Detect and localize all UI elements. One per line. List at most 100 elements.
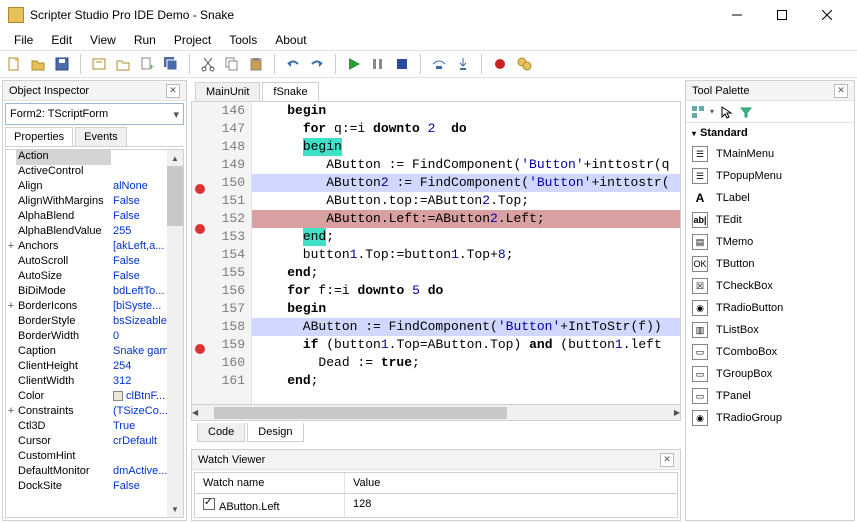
watch-row[interactable]: AButton.Left 128	[195, 494, 677, 517]
palette-item[interactable]: ☰TPopupMenu	[686, 165, 854, 187]
code-line[interactable]: button1.Top:=button1.Top+8;	[252, 246, 680, 264]
tab-code[interactable]: Code	[197, 423, 245, 442]
category-standard[interactable]: ▾ Standard	[686, 123, 854, 143]
property-row[interactable]: CaptionSnake game	[6, 345, 183, 360]
property-row[interactable]: AutoScrollFalse	[6, 255, 183, 270]
property-row[interactable]: AlphaBlendValue255	[6, 225, 183, 240]
maximize-button[interactable]	[759, 1, 804, 29]
property-row[interactable]: AutoSizeFalse	[6, 270, 183, 285]
menu-view[interactable]: View	[82, 31, 124, 49]
property-row[interactable]: AlignWithMarginsFalse	[6, 195, 183, 210]
code-line[interactable]: AButton := FindComponent('Button'+IntToS…	[252, 318, 680, 336]
palette-item[interactable]: ab|TEdit	[686, 209, 854, 231]
close-icon[interactable]: ✕	[166, 84, 180, 98]
tab-fsnake[interactable]: fSnake	[262, 82, 318, 101]
palette-item[interactable]: ▭TPanel	[686, 385, 854, 407]
breakpoint-marker[interactable]	[193, 384, 207, 398]
breakpoint-marker[interactable]	[193, 204, 207, 218]
horizontal-scrollbar[interactable]: ◀ ▶	[191, 405, 681, 421]
new-project-icon[interactable]	[89, 54, 109, 74]
code-line[interactable]: end;	[252, 264, 680, 282]
breakpoint-icon[interactable]	[490, 54, 510, 74]
expand-icon[interactable]: +	[6, 300, 16, 315]
menu-tools[interactable]: Tools	[221, 31, 265, 49]
property-row[interactable]: ColorclBtnF...	[6, 390, 183, 405]
property-row[interactable]: BiDiModebdLeftTo...	[6, 285, 183, 300]
scroll-up-icon[interactable]: ▲	[167, 150, 183, 166]
stop-icon[interactable]	[392, 54, 412, 74]
watch-col-name[interactable]: Watch name	[195, 473, 345, 493]
palette-item[interactable]: ☰TMainMenu	[686, 143, 854, 165]
code-editor[interactable]: 1461471481491501511521531541551561571581…	[191, 102, 681, 405]
property-row[interactable]: BorderWidth0	[6, 330, 183, 345]
close-button[interactable]	[804, 1, 849, 29]
code-line[interactable]: end;	[252, 228, 680, 246]
menu-about[interactable]: About	[267, 31, 314, 49]
watch-col-value[interactable]: Value	[345, 473, 388, 493]
palette-item[interactable]: ▥TListBox	[686, 319, 854, 341]
open-project-icon[interactable]	[113, 54, 133, 74]
breakpoint-marker[interactable]	[193, 164, 207, 178]
menu-edit[interactable]: Edit	[43, 31, 80, 49]
watch-icon[interactable]	[514, 54, 534, 74]
breakpoint-marker[interactable]	[193, 324, 207, 338]
scroll-thumb[interactable]	[167, 166, 183, 226]
scrollbar[interactable]: ▲ ▼	[167, 150, 183, 517]
close-icon[interactable]: ✕	[834, 84, 848, 98]
property-row[interactable]: DockSiteFalse	[6, 480, 183, 495]
code-line[interactable]: AButton.top:=AButton2.Top;	[252, 192, 680, 210]
code-line[interactable]: for q:=i downto 2 do	[252, 120, 680, 138]
filter-icon[interactable]	[738, 104, 754, 120]
close-icon[interactable]: ✕	[660, 453, 674, 467]
property-row[interactable]: CursorcrDefault	[6, 435, 183, 450]
property-row[interactable]: DefaultMonitordmActive...	[6, 465, 183, 480]
menu-project[interactable]: Project	[166, 31, 219, 49]
open-file-icon[interactable]	[28, 54, 48, 74]
property-row[interactable]: +Anchors[akLeft,a...	[6, 240, 183, 255]
cut-icon[interactable]	[198, 54, 218, 74]
step-into-icon[interactable]	[453, 54, 473, 74]
code-line[interactable]: AButton.Left:=AButton2.Left;	[252, 210, 680, 228]
code-line[interactable]: for f:=i downto 5 do	[252, 282, 680, 300]
breakpoint-marker[interactable]	[193, 104, 207, 118]
checkbox-icon[interactable]	[203, 498, 215, 510]
undo-icon[interactable]	[283, 54, 303, 74]
property-row[interactable]: AlignalNone	[6, 180, 183, 195]
breakpoint-marker[interactable]	[193, 124, 207, 138]
property-row[interactable]: ActiveControl	[6, 165, 183, 180]
menu-run[interactable]: Run	[126, 31, 164, 49]
tab-mainunit[interactable]: MainUnit	[195, 82, 260, 101]
breakpoint-marker[interactable]	[193, 184, 207, 198]
minimize-button[interactable]	[714, 1, 759, 29]
property-row[interactable]: +Constraints(TSizeCo...	[6, 405, 183, 420]
scroll-thumb[interactable]	[214, 407, 507, 419]
breakpoint-marker[interactable]	[193, 224, 207, 238]
categories-icon[interactable]	[690, 104, 706, 120]
palette-item[interactable]: OKTButton	[686, 253, 854, 275]
property-row[interactable]: AlphaBlendFalse	[6, 210, 183, 225]
breakpoint-marker[interactable]	[193, 364, 207, 378]
redo-icon[interactable]	[307, 54, 327, 74]
breakpoint-marker[interactable]	[193, 344, 207, 358]
code-line[interactable]: AButton2 := FindComponent('Button'+intto…	[252, 174, 680, 192]
breakpoint-marker[interactable]	[193, 264, 207, 278]
code-line[interactable]: begin	[252, 102, 680, 120]
property-row[interactable]: ClientWidth312	[6, 375, 183, 390]
code-line[interactable]: end;	[252, 372, 680, 390]
cursor-icon[interactable]	[718, 104, 734, 120]
scroll-right-icon[interactable]: ▶	[674, 405, 680, 421]
copy-icon[interactable]	[222, 54, 242, 74]
breakpoint-marker[interactable]	[193, 284, 207, 298]
palette-item[interactable]: ◉TRadioGroup	[686, 407, 854, 429]
property-row[interactable]: CustomHint	[6, 450, 183, 465]
breakpoint-marker[interactable]	[193, 144, 207, 158]
property-row[interactable]: Action	[6, 150, 183, 165]
pause-icon[interactable]	[368, 54, 388, 74]
scroll-down-icon[interactable]: ▼	[167, 501, 183, 517]
palette-item[interactable]: ☒TCheckBox	[686, 275, 854, 297]
scroll-left-icon[interactable]: ◀	[192, 405, 198, 421]
palette-item[interactable]: ◉TRadioButton	[686, 297, 854, 319]
code-line[interactable]: if (button1.Top=AButton.Top) and (button…	[252, 336, 680, 354]
palette-item[interactable]: ▭TGroupBox	[686, 363, 854, 385]
code-line[interactable]: Dead := true;	[252, 354, 680, 372]
